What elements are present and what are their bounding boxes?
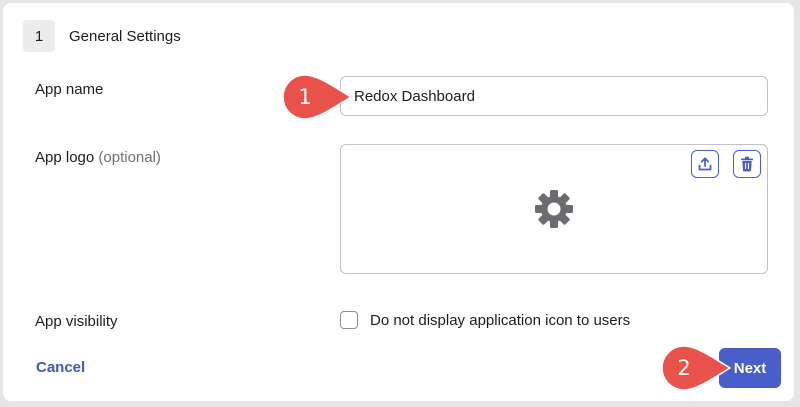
cancel-button[interactable]: Cancel — [36, 359, 85, 376]
step-title: General Settings — [69, 27, 181, 45]
optional-hint: (optional) — [98, 149, 161, 166]
callout-1-number: 1 — [298, 85, 312, 109]
app-logo-dropzone[interactable] — [340, 144, 768, 274]
callout-1: 1 — [282, 74, 352, 120]
app-name-input[interactable]: Redox Dashboard — [340, 76, 768, 116]
trash-icon — [741, 156, 753, 172]
app-visibility-label: App visibility — [35, 313, 118, 330]
upload-logo-button[interactable] — [691, 150, 719, 178]
delete-logo-button[interactable] — [733, 150, 761, 178]
settings-card: 1 General Settings App name Redox Dashbo… — [3, 3, 794, 401]
app-logo-label: App logo (optional) — [35, 149, 161, 166]
app-name-label: App name — [35, 81, 104, 98]
app-logo-label-text: App logo — [35, 149, 95, 166]
app-name-value: Redox Dashboard — [354, 87, 475, 105]
gear-icon — [535, 190, 573, 228]
hide-icon-checkbox-label: Do not display application icon to users — [370, 311, 631, 329]
step-number: 1 — [23, 20, 55, 52]
visibility-option[interactable]: Do not display application icon to users — [340, 311, 630, 329]
step-header: 1 General Settings — [23, 20, 181, 52]
callout-2: 2 — [661, 345, 731, 391]
hide-icon-checkbox[interactable] — [340, 311, 358, 329]
upload-icon — [698, 157, 712, 171]
callout-2-number: 2 — [677, 356, 691, 380]
